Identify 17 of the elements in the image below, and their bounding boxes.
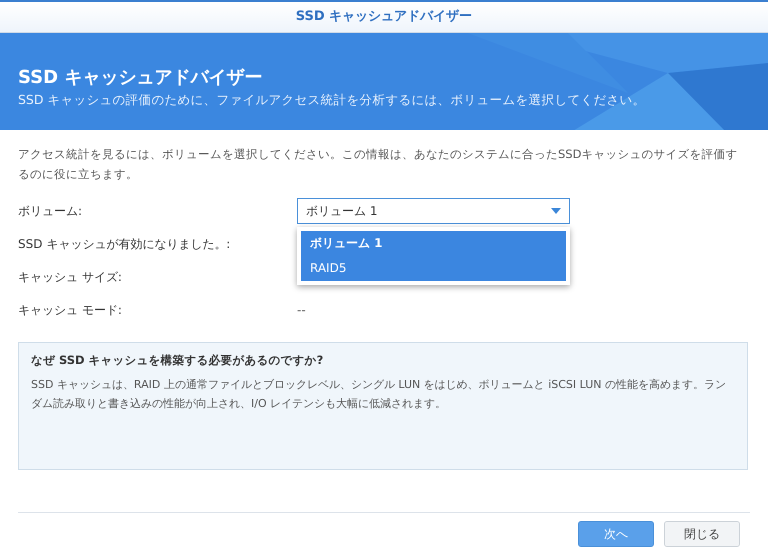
volume-select[interactable]: ボリューム 1 — [297, 198, 570, 224]
field-value: -- — [297, 302, 306, 318]
dropdown-option[interactable]: RAID5 — [301, 256, 566, 280]
info-text: SSD キャッシュは、RAID 上の通常ファイルとブロックレベル、シングル LUN をはじめ、ボリュームと iSCSI LUN の性能を高めます。ランダム読み取りと書き込みの性能が向上され、I/O レイテンシも大幅に低減されます。 — [31, 377, 728, 412]
close-button[interactable]: 閉じる — [664, 521, 740, 547]
field-label: キャッシュ サイズ: — [18, 268, 123, 286]
window-title: SSD キャッシュアドバイザー — [296, 8, 472, 26]
banner-title: SSD キャッシュアドバイザー — [18, 66, 264, 90]
dropdown-option[interactable]: ボリューム 1 — [301, 230, 566, 256]
caret-icon — [551, 208, 561, 214]
field-label: SSD キャッシュが有効になりました。: — [18, 236, 232, 252]
next-button[interactable]: 次へ — [578, 521, 654, 547]
field-label: キャッシュ モード: — [18, 302, 123, 318]
field-label: ボリューム: — [18, 202, 84, 220]
intro-text: アクセス統計を見るには、ボリュームを選択してください。この情報は、あなたのシステムに合ったSSDキャッシュのサイズを評価するのに役に立ちます。 — [18, 146, 738, 183]
banner-subtitle: SSD キャッシュの評価のために、ファイルアクセス統計を分析するには、ボリュームを選択してください。 — [18, 90, 646, 109]
info-title: なぜ SSD キャッシュを構築する必要があるのですか? — [31, 352, 324, 369]
